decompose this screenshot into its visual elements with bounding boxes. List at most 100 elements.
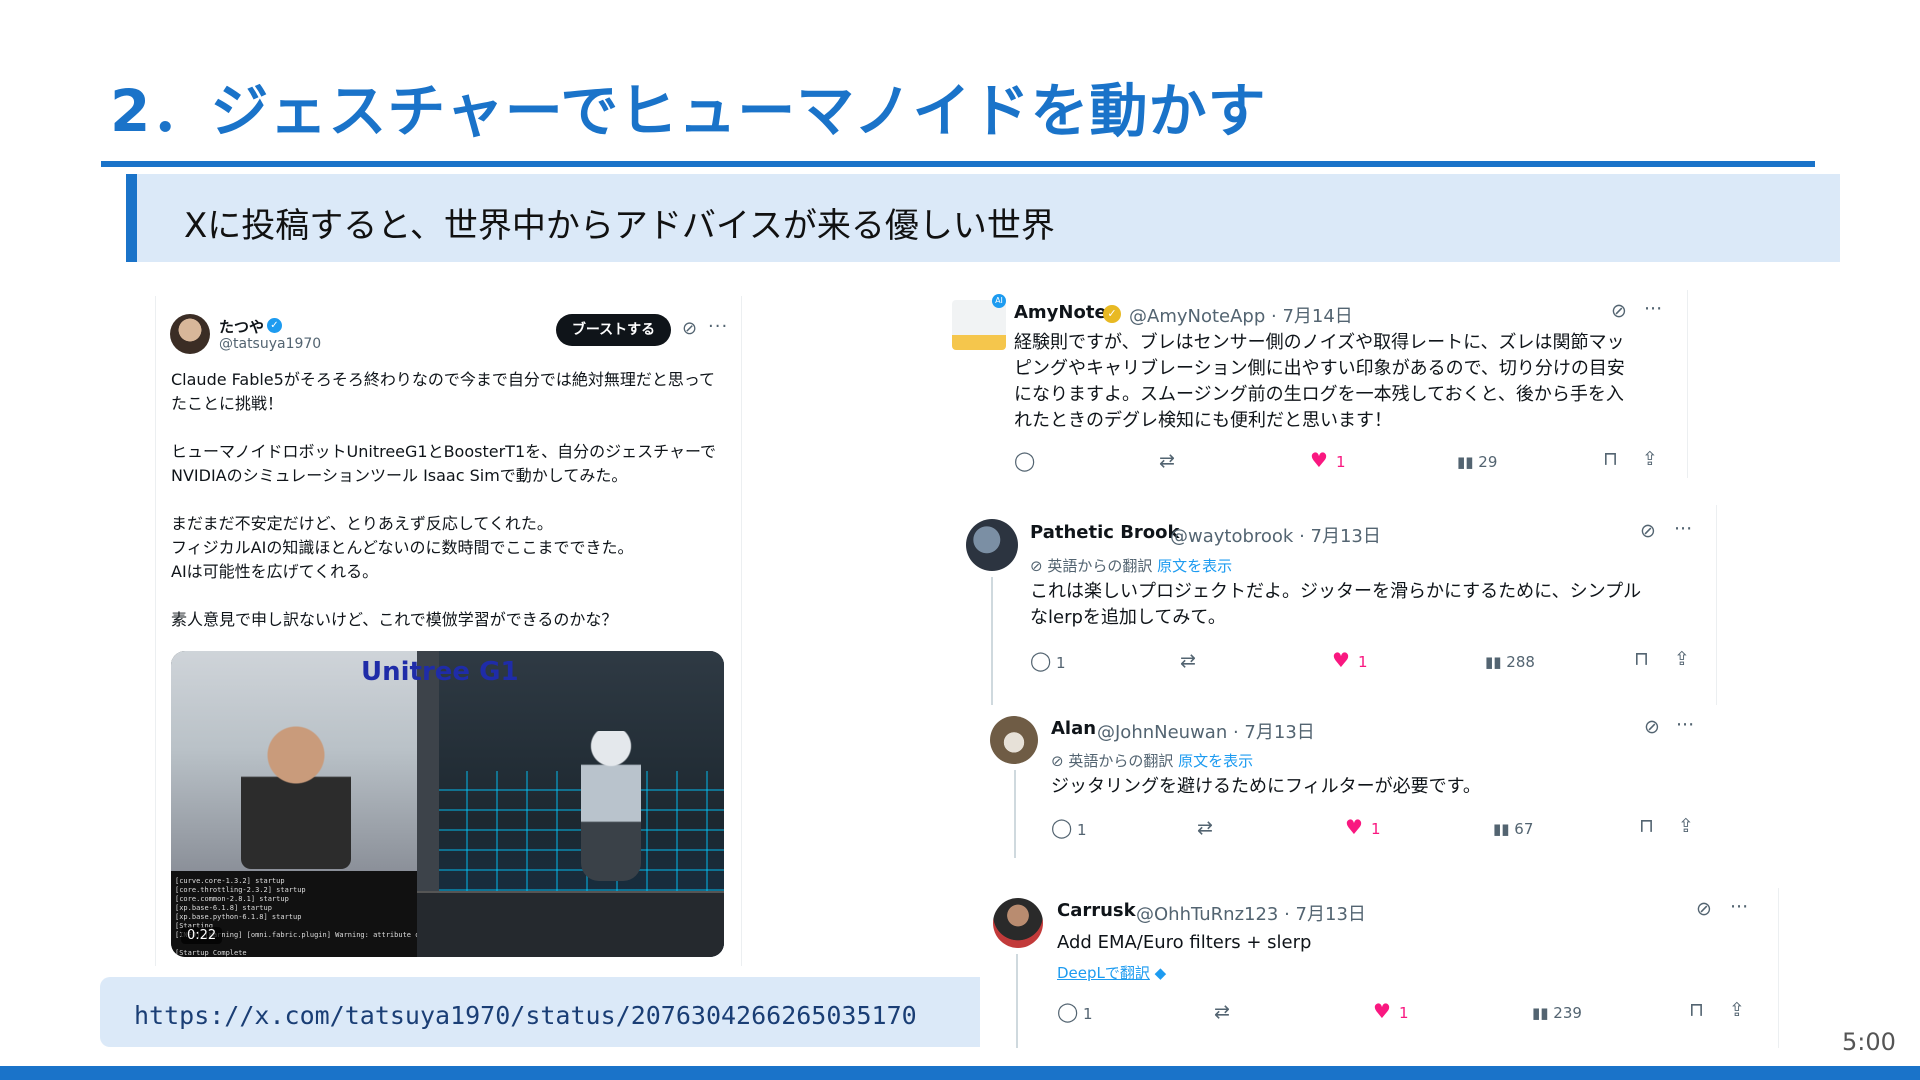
- avatar[interactable]: [993, 898, 1043, 948]
- like-count: 1: [1358, 653, 1368, 671]
- views-value: 239: [1553, 1004, 1582, 1022]
- show-original-link[interactable]: 原文を表示: [1157, 557, 1232, 575]
- post-video[interactable]: [curve.core-1.3.2] startup [core.throttl…: [171, 651, 724, 957]
- reply-author-name[interactable]: AmyNote: [1014, 302, 1107, 323]
- reply-count: 1: [1056, 654, 1066, 672]
- reply-author-handle[interactable]: @OhhTuRnz123 · 7月13日: [1136, 900, 1366, 926]
- original-post: たつや ✓ @tatsuya1970 ブーストする ⊘ ··· Claude F…: [155, 296, 742, 966]
- views-count[interactable]: ▮▮ 67: [1493, 820, 1533, 838]
- reply-text-line: ピングやキャリブレーション側に出やすい印象があるので、切り分けの目安: [1014, 358, 1625, 379]
- video-duration: 0:22: [181, 927, 223, 944]
- slide-subtitle: Xに投稿すると、世界中からアドバイスが来る優しい世界: [184, 206, 1055, 246]
- like-icon[interactable]: ♥: [1310, 448, 1328, 472]
- avatar[interactable]: [966, 519, 1018, 571]
- terminal-log: [curve.core-1.3.2] startup [core.throttl…: [171, 871, 417, 957]
- post-author-name[interactable]: たつや: [219, 316, 264, 337]
- robot-image: [581, 731, 641, 881]
- avatar[interactable]: [990, 716, 1038, 764]
- grok-icon[interactable]: ⊘: [1696, 898, 1712, 920]
- like-icon[interactable]: ♥: [1345, 815, 1363, 839]
- reply-icon[interactable]: ◯: [1057, 1001, 1078, 1023]
- title-rule: [101, 161, 1815, 167]
- post-text-line: ヒューマノイドロボットUnitreeG1とBoosterT1を、自分のジェスチャ…: [171, 442, 717, 461]
- thread-line: [991, 577, 993, 705]
- reply-author-handle[interactable]: @JohnNeuwan · 7月13日: [1097, 718, 1315, 744]
- views-count[interactable]: ▮▮ 288: [1485, 653, 1535, 671]
- slide-timer: 5:00: [1842, 1028, 1896, 1056]
- reply-card: Pathetic Brook @waytobrook · 7月13日 ⊘ ···…: [966, 505, 1717, 705]
- reply-count: 1: [1077, 821, 1087, 839]
- person-image: [241, 719, 351, 869]
- reply-author-name[interactable]: Alan: [1051, 718, 1096, 739]
- reply-author-name[interactable]: Pathetic Brook: [1030, 522, 1180, 543]
- like-icon[interactable]: ♥: [1332, 648, 1350, 672]
- simulation-grid: [436, 771, 724, 891]
- grok-icon[interactable]: ⊘: [1611, 300, 1627, 322]
- share-icon[interactable]: ⇪: [1642, 448, 1658, 470]
- grok-icon[interactable]: ⊘: [1644, 716, 1660, 738]
- share-icon[interactable]: ⇪: [1674, 648, 1690, 670]
- bookmark-icon[interactable]: ⊓: [1689, 999, 1704, 1021]
- post-text-line: フィジカルAIの知識ほとんどないのに数時間でここまでできた。: [171, 538, 634, 557]
- deepl-translate-link[interactable]: DeepLで翻訳: [1057, 964, 1150, 982]
- reply-text-line: なlerpを追加してみて。: [1030, 607, 1226, 628]
- bookmark-icon[interactable]: ⊓: [1634, 648, 1649, 670]
- views-value: 67: [1514, 820, 1534, 838]
- bookmark-icon[interactable]: ⊓: [1603, 448, 1618, 470]
- repost-icon[interactable]: ⇄: [1180, 650, 1196, 672]
- reply-text-line: これは楽しいプロジェクトだよ。ジッターを滑らかにするために、シンプル: [1030, 581, 1642, 602]
- reply-author-handle[interactable]: @waytobrook · 7月13日: [1170, 522, 1381, 548]
- translation-note: ⊘ 英語からの翻訳 原文を表示: [1051, 750, 1253, 771]
- slide-title: 2．ジェスチャーでヒューマノイドを動かす: [110, 77, 1267, 145]
- reply-icon[interactable]: ◯: [1051, 817, 1072, 839]
- post-text-line: Claude Fable5がそろそろ終わりなので今まで自分では絶対無理だと思って: [171, 370, 716, 389]
- reply-text-line: 経験則ですが、ブレはセンサー側のノイズや取得レートに、ズレは関節マッ: [1014, 332, 1625, 353]
- post-author-handle[interactable]: @tatsuya1970: [219, 336, 321, 352]
- like-count: 1: [1336, 453, 1346, 471]
- views-icon: ▮▮: [1485, 653, 1502, 671]
- reply-icon[interactable]: ◯: [1030, 650, 1051, 672]
- reply-text-line: Add EMA/Euro filters + slerp: [1057, 932, 1312, 953]
- grok-icon[interactable]: ⊘: [1640, 520, 1656, 542]
- post-text-line: まだまだ不安定だけど、とりあえず反応してくれた。: [171, 514, 553, 533]
- thread-line: [1016, 954, 1018, 1048]
- reply-icon[interactable]: ◯: [1014, 450, 1035, 472]
- more-icon[interactable]: ···: [1644, 298, 1662, 320]
- verified-icon: ✓: [1103, 305, 1121, 323]
- like-icon[interactable]: ♥: [1373, 999, 1391, 1023]
- post-url[interactable]: https://x.com/tatsuya1970/status/2076304…: [134, 1001, 917, 1030]
- thread-line: [1014, 770, 1016, 858]
- deepl-translate[interactable]: DeepLで翻訳 ◆: [1057, 962, 1166, 983]
- show-original-link[interactable]: 原文を表示: [1178, 752, 1253, 770]
- reply-card: Carrusk @OhhTuRnz123 · 7月13日 ⊘ ··· Add E…: [990, 888, 1779, 1048]
- views-count[interactable]: ▮▮ 239: [1532, 1004, 1582, 1022]
- verified-icon: ✓: [267, 318, 282, 333]
- repost-icon[interactable]: ⇄: [1159, 450, 1175, 472]
- deepl-icon: ◆: [1154, 964, 1167, 982]
- avatar[interactable]: [170, 314, 210, 354]
- repost-icon[interactable]: ⇄: [1214, 1001, 1230, 1023]
- reply-text-line: ジッタリングを避けるためにフィルターが必要です。: [1051, 776, 1481, 797]
- repost-icon[interactable]: ⇄: [1197, 817, 1213, 839]
- post-text-line: NVIDIAのシミュレーションツール Isaac Simで動かしてみた。: [171, 466, 628, 485]
- grok-icon[interactable]: ⊘: [682, 318, 697, 339]
- share-icon[interactable]: ⇪: [1678, 815, 1694, 837]
- views-value: 288: [1506, 653, 1535, 671]
- share-icon[interactable]: ⇪: [1729, 999, 1745, 1021]
- video-caption: Unitree G1: [361, 657, 519, 687]
- more-icon[interactable]: ···: [708, 316, 728, 337]
- views-icon: ▮▮: [1493, 820, 1510, 838]
- boost-button[interactable]: ブーストする: [556, 314, 671, 346]
- more-icon[interactable]: ···: [1676, 714, 1694, 736]
- more-icon[interactable]: ···: [1730, 896, 1748, 918]
- views-count[interactable]: ▮▮ 29: [1457, 453, 1497, 471]
- reply-card: Alan @JohnNeuwan · 7月13日 ⊘ ··· ⊘ 英語からの翻訳…: [990, 708, 1710, 858]
- reply-author-name[interactable]: Carrusk: [1057, 900, 1136, 921]
- translation-label: 英語からの翻訳: [1047, 557, 1153, 575]
- reply-author-handle[interactable]: @AmyNoteApp · 7月14日: [1129, 302, 1353, 328]
- more-icon[interactable]: ···: [1674, 518, 1692, 540]
- bookmark-icon[interactable]: ⊓: [1639, 815, 1654, 837]
- reply-text-line: になりますよ。スムージング前の生ログを一本残しておくと、後から手を入: [1014, 384, 1624, 405]
- like-count: 1: [1399, 1004, 1409, 1022]
- views-icon: ▮▮: [1532, 1004, 1549, 1022]
